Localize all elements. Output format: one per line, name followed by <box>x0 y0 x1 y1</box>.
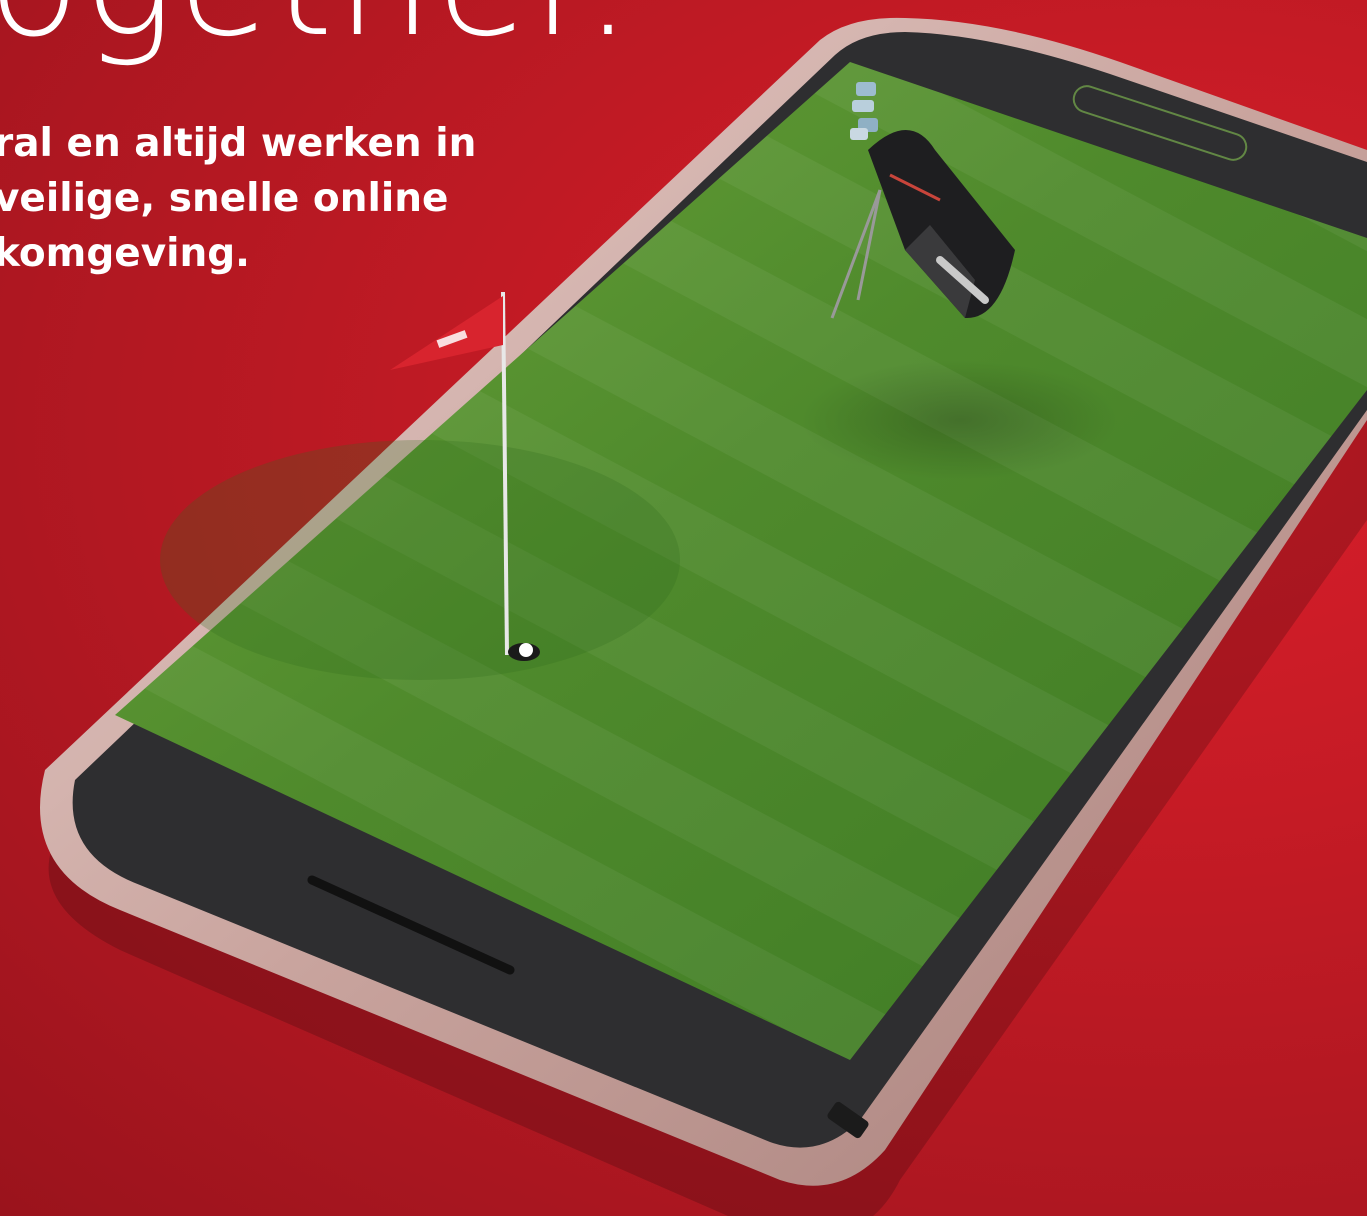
golf-hole-icon <box>508 643 540 661</box>
phone-illustration <box>40 17 1367 1216</box>
